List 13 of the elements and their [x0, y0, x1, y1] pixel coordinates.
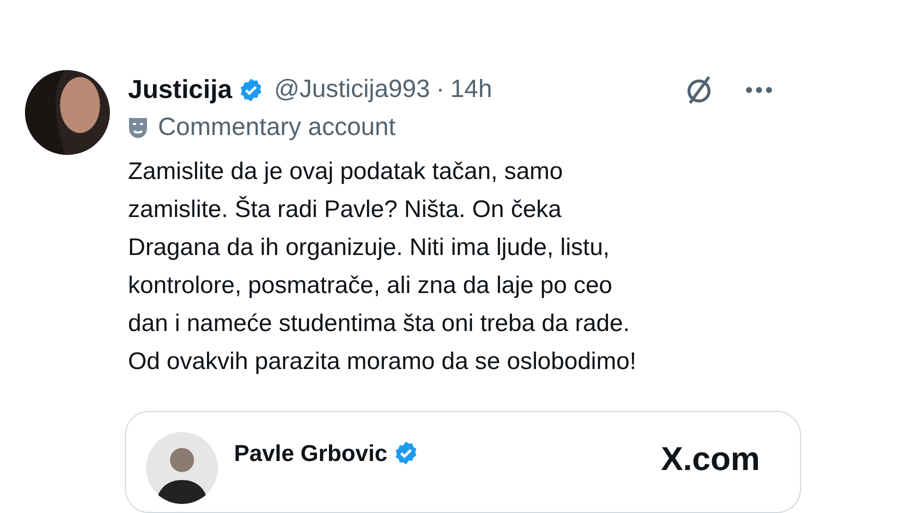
- source-domain: X.com: [660, 438, 760, 478]
- avatar[interactable]: [146, 432, 218, 504]
- theater-mask-icon: [128, 116, 148, 139]
- quoted-author-name[interactable]: Pavle Grbovic: [234, 436, 388, 470]
- quoted-post-card[interactable]: Pavle Grbovic X.com: [125, 410, 801, 513]
- avatar[interactable]: [25, 70, 110, 155]
- post-time[interactable]: 14h: [450, 70, 492, 108]
- more-options-icon[interactable]: [745, 86, 773, 94]
- author-name[interactable]: Justicija: [128, 70, 232, 109]
- account-label: Commentary account: [158, 112, 396, 143]
- author-handle[interactable]: @Justicija993: [274, 70, 430, 108]
- separator: ·: [436, 74, 444, 105]
- tweet-text: Zamislite da je ovaj podatak tačan, samo zamislite. Šta radi Pavle? Ništa. On čeka Dragana da ih organizuje. Niti ima ljude, listu, kontrolore, posmatrače, ali zna da laje po ceo dan i nameće studentima šta oni treba da rade. Od ovakvih parazita moramo da se oslobodimo!: [128, 156, 638, 376]
